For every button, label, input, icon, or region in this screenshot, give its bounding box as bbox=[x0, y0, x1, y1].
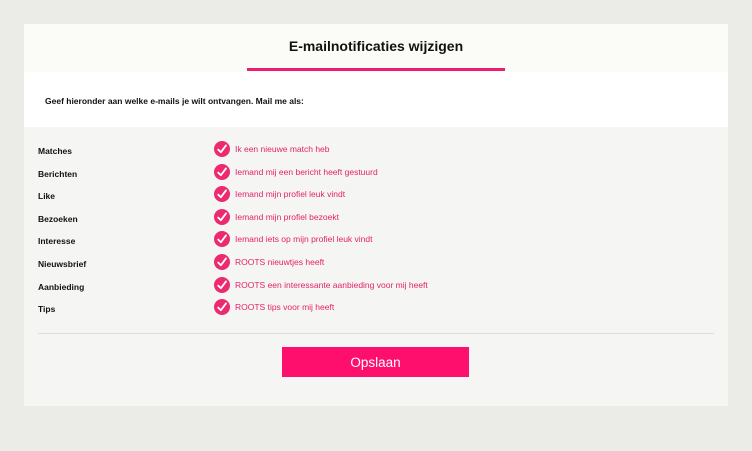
preference-row: Berichten Iemand mij een bericht heeft ge… bbox=[24, 163, 728, 187]
checkmark-circle-icon bbox=[214, 276, 230, 293]
checkmark-circle-icon bbox=[214, 299, 230, 316]
preference-label: Matches bbox=[38, 146, 73, 156]
preference-checkbox[interactable]: Iemand mijn profiel bezoekt bbox=[214, 208, 354, 225]
checkmark-circle-icon bbox=[214, 141, 230, 157]
email-settings-card: E-mailnotificaties wijzigen Geef hierond… bbox=[24, 24, 728, 406]
save-button[interactable]: Opslaan bbox=[282, 347, 469, 377]
header: E-mailnotificaties wijzigen bbox=[24, 24, 728, 72]
preference-list: Matches Ik een nieuwe match heb Berichten I… bbox=[24, 141, 728, 322]
preference-checkbox[interactable]: ROOTS nieuwtjes heeft bbox=[214, 253, 354, 270]
preference-label: Berichten bbox=[38, 168, 78, 179]
checkmark-circle-icon bbox=[214, 163, 230, 180]
preference-checkbox[interactable]: ROOTS tips voor mij heeft bbox=[214, 299, 354, 316]
preference-row: Interesse Iemand iets op mijn profiel leu… bbox=[24, 231, 728, 254]
divider bbox=[38, 333, 714, 334]
preference-label: Nieuwsbrief bbox=[38, 258, 87, 269]
intro-section: Geef hieronder aan welke e-mails je wilt… bbox=[24, 72, 728, 127]
preference-option-text: Iemand mijn profiel bezoekt bbox=[235, 211, 339, 222]
preference-row: Matches Ik een nieuwe match heb bbox=[24, 141, 728, 164]
preference-label: Aanbieding bbox=[38, 281, 85, 292]
preference-checkbox[interactable]: Iemand mijn profiel leuk vindt bbox=[214, 186, 354, 203]
intro-text: Geef hieronder aan welke e-mails je wilt… bbox=[45, 96, 304, 106]
preference-option-text: Iemand iets op mijn profiel leuk vindt bbox=[235, 234, 373, 245]
preference-checkbox[interactable]: Iemand mij een bericht heeft gestuurd bbox=[214, 163, 378, 180]
checkmark-circle-icon bbox=[214, 208, 230, 225]
preference-option-text: Iemand mijn profiel leuk vindt bbox=[235, 189, 346, 200]
preference-option-text: ROOTS nieuwtjes heeft bbox=[235, 256, 325, 267]
preference-checkbox[interactable]: Ik een nieuwe match heb bbox=[214, 141, 354, 157]
preference-checkbox[interactable]: ROOTS een interessante aanbieding voor m… bbox=[214, 276, 428, 293]
preference-row: Nieuwsbrief ROOTS nieuwtjes heeft bbox=[24, 253, 728, 277]
title-underline bbox=[247, 68, 505, 71]
checkmark-circle-icon bbox=[214, 253, 230, 270]
page-title: E-mailnotificaties wijzigen bbox=[288, 38, 464, 54]
checkmark-circle-icon bbox=[214, 231, 230, 248]
preference-label: Like bbox=[38, 191, 56, 202]
preference-row: Like Iemand mijn profiel leuk vindt bbox=[24, 186, 728, 209]
checkmark-circle-icon bbox=[214, 186, 230, 203]
preference-checkbox[interactable]: Iemand iets op mijn profiel leuk vindt bbox=[214, 231, 373, 248]
preference-label: Interesse bbox=[38, 236, 76, 247]
preference-row: Bezoeken Iemand mijn profiel bezoekt bbox=[24, 208, 728, 232]
preference-label: Bezoeken bbox=[38, 213, 78, 224]
preference-option-text: ROOTS tips voor mij heeft bbox=[235, 302, 335, 313]
preference-label: Tips bbox=[38, 304, 56, 315]
preference-row: Tips ROOTS tips voor mij heeft bbox=[24, 299, 728, 322]
preference-option-text: ROOTS een interessante aanbieding voor m… bbox=[235, 279, 428, 290]
preference-option-text: Iemand mij een bericht heeft gestuurd bbox=[235, 166, 378, 177]
preference-row: Aanbieding ROOTS een interessante aanbied… bbox=[24, 276, 728, 300]
preference-option-text: Ik een nieuwe match heb bbox=[235, 144, 330, 154]
